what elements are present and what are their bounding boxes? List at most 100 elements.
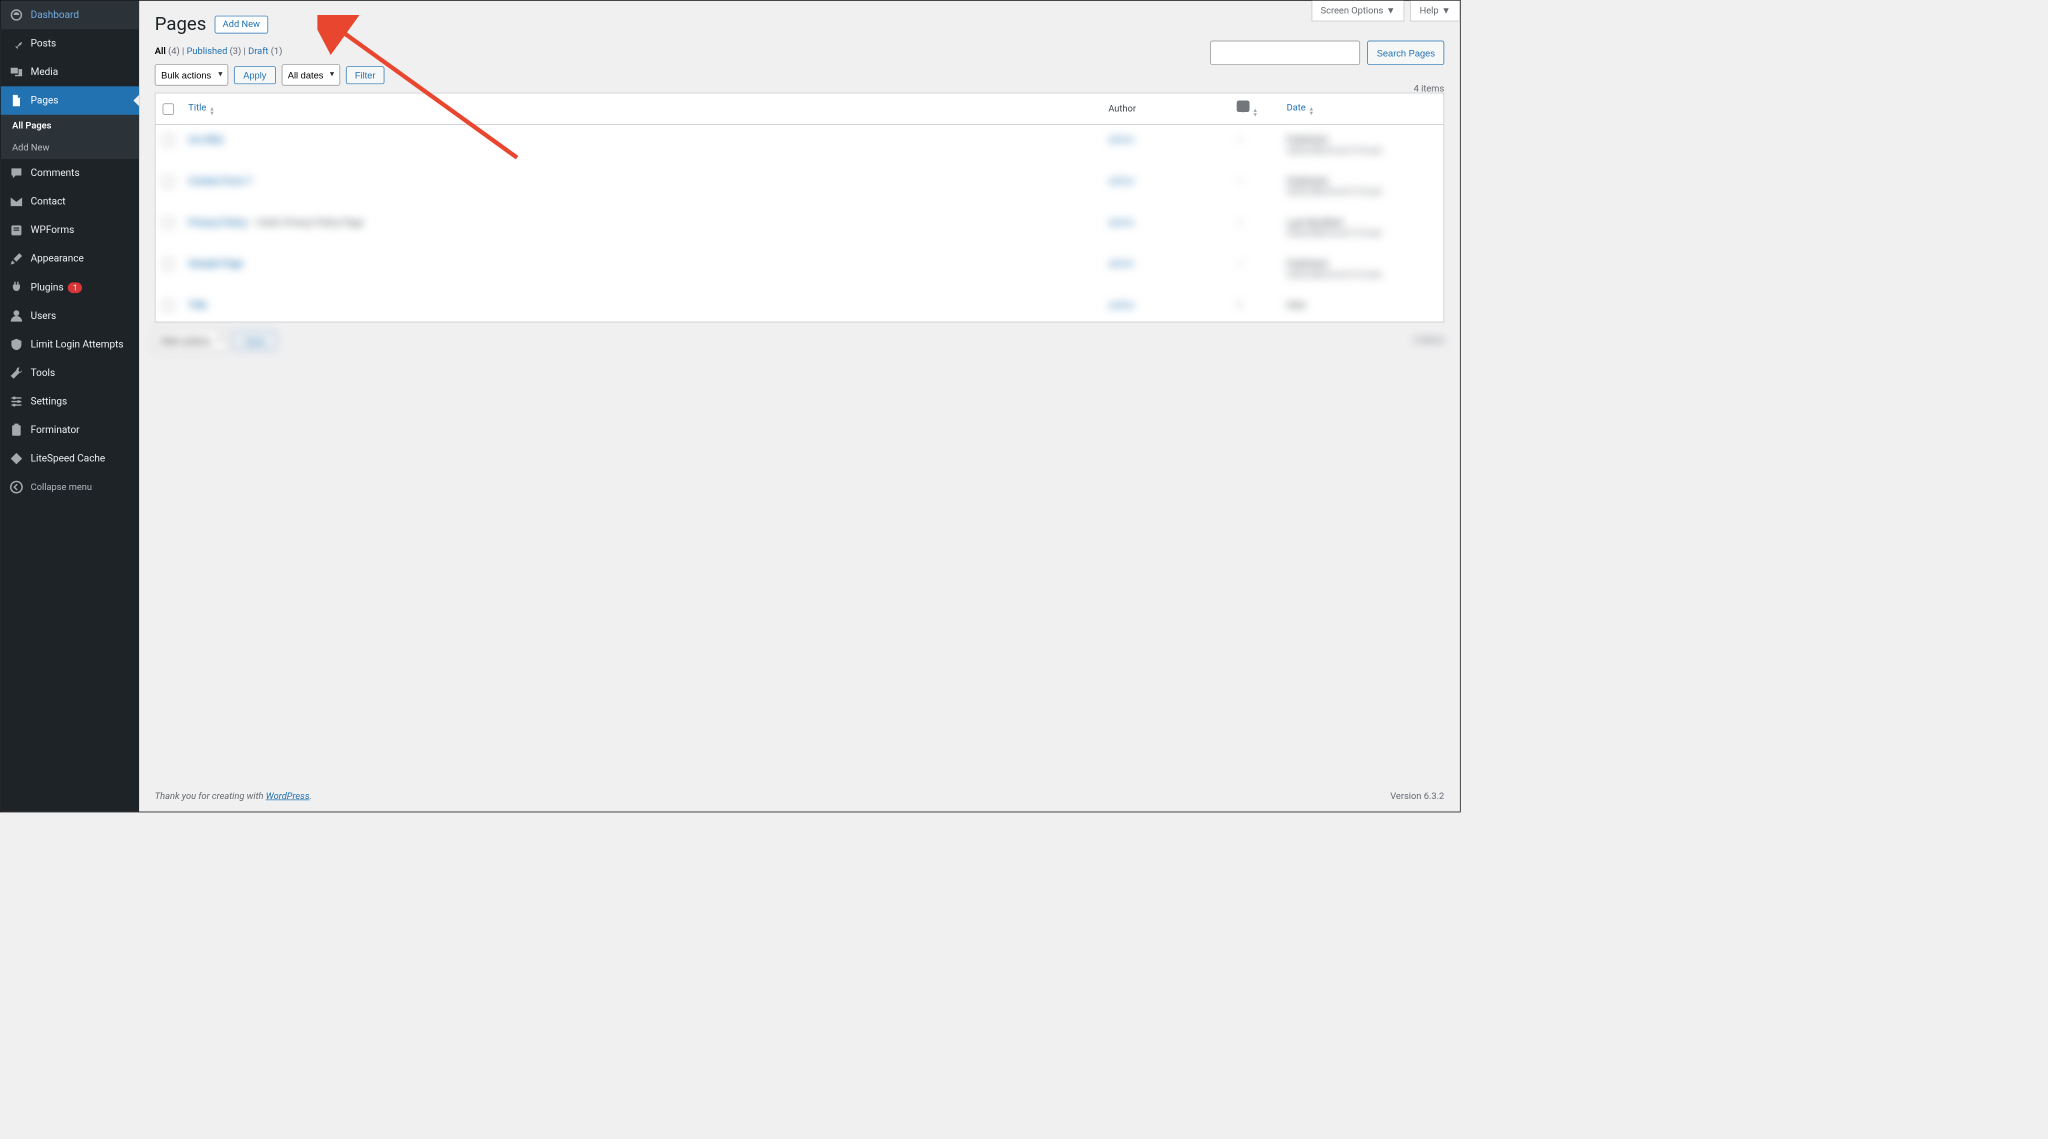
menu-dashboard[interactable]: Dashboard (1, 1, 139, 30)
menu-label: Appearance (31, 253, 84, 264)
row-title-link[interactable]: (no title) (188, 135, 223, 146)
filter-all[interactable]: All (4) (155, 46, 180, 57)
row-author-link[interactable]: admin (1108, 135, 1134, 146)
pages-icon (9, 93, 23, 107)
table-row: Sample Pageadmin—Published2023/08/24 at … (155, 249, 1443, 290)
filter-published[interactable]: Published (3) (187, 46, 242, 57)
menu-label: Settings (31, 396, 67, 407)
litespeed-icon (9, 451, 23, 465)
media-icon (9, 65, 23, 79)
brush-icon (9, 252, 23, 266)
plug-icon (9, 280, 23, 294)
page-title: Pages (155, 14, 207, 35)
menu-users[interactable]: Users (1, 302, 139, 331)
menu-label: Dashboard (31, 9, 79, 20)
comments-icon (9, 166, 23, 180)
row-checkbox[interactable] (163, 259, 174, 270)
col-title[interactable]: Title▲▼ (181, 93, 1101, 124)
menu-label: Plugins (31, 282, 64, 293)
dates-select[interactable]: All dates (281, 64, 339, 85)
menu-settings[interactable]: Settings (1, 387, 139, 416)
row-checkbox[interactable] (163, 300, 174, 311)
wordpress-link[interactable]: WordPress (266, 791, 310, 802)
wrench-icon (9, 366, 23, 380)
menu-plugins[interactable]: Plugins 1 (1, 273, 139, 302)
main-content: Screen Options ▼ Help ▼ Pages Add New Al… (139, 1, 1460, 812)
col-date[interactable]: Date▲▼ (1279, 93, 1443, 124)
filter-draft[interactable]: Draft (1) (248, 46, 282, 57)
filter-button[interactable]: Filter (346, 66, 385, 84)
collapse-icon (9, 480, 23, 494)
menu-litespeed[interactable]: LiteSpeed Cache (1, 444, 139, 473)
menu-tools[interactable]: Tools (1, 359, 139, 388)
apply-button-bottom[interactable]: Apply (234, 331, 276, 349)
row-checkbox[interactable] (163, 218, 174, 229)
table-row: Titleauthor1Date (155, 290, 1443, 321)
submenu-all-pages[interactable]: All Pages (1, 115, 139, 137)
menu-label: Media (31, 66, 59, 77)
table-row: (no title)admin—Published2023/08/24 at 9… (155, 125, 1443, 166)
menu-label: Tools (31, 367, 55, 378)
clipboard-icon (9, 423, 23, 437)
row-checkbox[interactable] (163, 135, 174, 146)
menu-posts[interactable]: Posts (1, 29, 139, 58)
footer-thanks-pre: Thank you for creating with (155, 791, 266, 802)
menu-label: Comments (31, 168, 80, 179)
shield-icon (9, 337, 23, 351)
row-author-link[interactable]: admin (1108, 176, 1134, 187)
menu-label: Posts (31, 38, 57, 49)
menu-pages[interactable]: Pages (1, 86, 139, 115)
search-pages-button[interactable]: Search Pages (1367, 41, 1444, 65)
menu-label: Forminator (31, 424, 80, 435)
envelope-icon (9, 195, 23, 209)
menu-label: Pages (31, 95, 59, 106)
collapse-menu[interactable]: Collapse menu (1, 473, 139, 502)
col-author: Author (1101, 93, 1229, 124)
bulk-actions-select[interactable]: Bulk actions (155, 64, 228, 85)
user-icon (9, 309, 23, 323)
row-title-link[interactable]: Title (188, 300, 207, 311)
items-count-bottom: 4 items (1414, 335, 1445, 346)
menu-media[interactable]: Media (1, 58, 139, 87)
row-title-link[interactable]: Contact Form 7 (188, 176, 252, 187)
add-new-button[interactable]: Add New (215, 15, 268, 33)
row-title-link[interactable]: Sample Page (188, 259, 243, 270)
menu-label: Limit Login Attempts (31, 338, 124, 350)
apply-button[interactable]: Apply (234, 66, 276, 84)
dashboard-icon (9, 8, 23, 22)
pages-table: Title▲▼ Author ▲▼ Date▲▼ (no title)admin… (155, 93, 1444, 323)
row-author-link[interactable]: admin (1108, 218, 1134, 229)
menu-contact[interactable]: Contact (1, 188, 139, 217)
comment-icon (1237, 101, 1250, 112)
submenu-add-new[interactable]: Add New (1, 137, 139, 159)
footer-thanks-post: . (309, 791, 311, 802)
menu-label: LiteSpeed Cache (31, 453, 106, 464)
admin-footer: Thank you for creating with WordPress. V… (139, 781, 1460, 812)
table-row: Contact Form 7admin—Published2023/08/24 … (155, 166, 1443, 207)
menu-comments[interactable]: Comments (1, 159, 139, 188)
menu-wpforms[interactable]: WPForms (1, 216, 139, 245)
row-author-link[interactable]: author (1108, 300, 1135, 311)
table-row: Privacy Policy — Draft, Privacy Policy P… (155, 208, 1443, 249)
row-checkbox[interactable] (163, 176, 174, 187)
menu-forminator[interactable]: Forminator (1, 416, 139, 445)
menu-label: Contact (31, 196, 66, 207)
admin-sidebar: Dashboard Posts Media Pages All Pages Ad… (1, 1, 139, 812)
sliders-icon (9, 394, 23, 408)
col-comments[interactable]: ▲▼ (1230, 93, 1280, 124)
menu-appearance[interactable]: Appearance (1, 245, 139, 274)
collapse-label: Collapse menu (31, 482, 92, 493)
select-all-header (155, 93, 181, 124)
row-title-link[interactable]: Privacy Policy (188, 218, 246, 229)
menu-label: WPForms (31, 225, 75, 236)
menu-limit-login[interactable]: Limit Login Attempts (1, 330, 139, 359)
search-input[interactable] (1211, 41, 1361, 65)
bulk-actions-select-bottom[interactable]: Bulk actions (155, 329, 228, 350)
sort-icon: ▲▼ (1252, 108, 1258, 117)
row-author-link[interactable]: admin (1108, 259, 1134, 270)
menu-label: Users (31, 310, 56, 321)
select-all-checkbox[interactable] (163, 103, 174, 114)
items-count: 4 items (1414, 83, 1445, 94)
sort-icon: ▲▼ (1309, 107, 1315, 116)
wpforms-icon (9, 223, 23, 237)
